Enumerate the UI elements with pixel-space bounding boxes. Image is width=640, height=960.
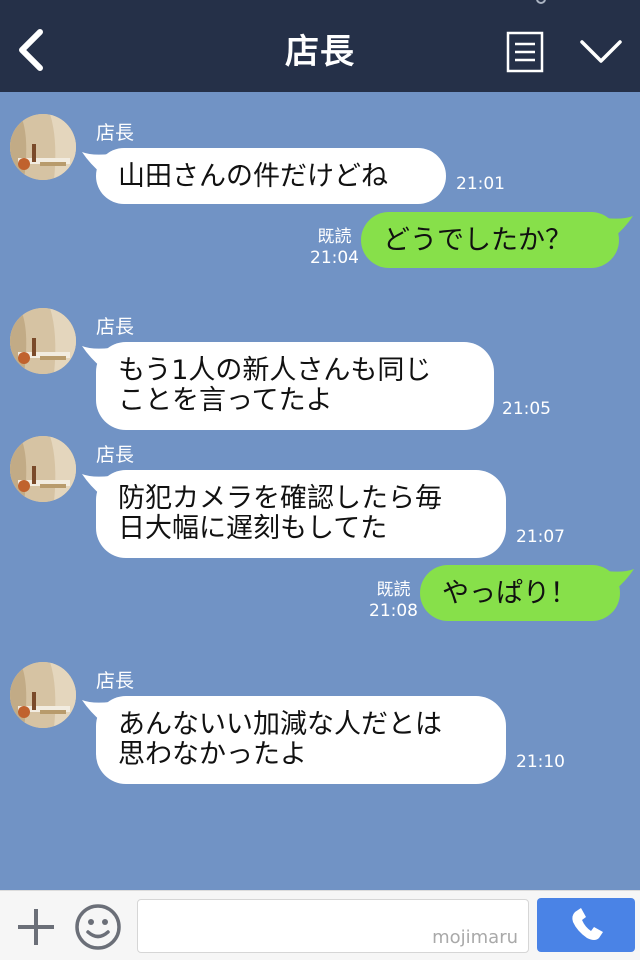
sender-name: 店長 — [96, 444, 135, 466]
message-bubble-incoming[interactable]: もう1人の新人さんも同じ ことを言ってたよ — [82, 342, 494, 430]
message-bubble-incoming[interactable]: あんないい加減な人だとは 思わなかったよ — [82, 696, 506, 784]
bubble-tail — [82, 474, 110, 496]
bubble-tail — [82, 700, 110, 722]
avatar-image — [10, 308, 76, 374]
bubble-tail — [606, 569, 634, 591]
status-indicator — [536, 0, 546, 4]
message-input[interactable]: mojimaru — [137, 899, 529, 953]
avatar[interactable] — [10, 662, 76, 728]
message-text-line: 防犯カメラを確認したら毎 — [118, 483, 442, 514]
message-time: 21:10 — [516, 752, 565, 772]
message-time: 21:07 — [516, 527, 565, 547]
chevron-down-icon — [580, 40, 622, 63]
bubble-tail — [82, 152, 110, 174]
message-bubble-incoming[interactable]: 山田さんの件だけどね — [82, 148, 446, 204]
menu-button[interactable] — [505, 30, 545, 74]
add-attachment-button[interactable] — [14, 905, 58, 949]
smiley-icon — [75, 904, 121, 950]
document-menu-icon — [506, 31, 544, 73]
chat-area[interactable]: 店長 山田さんの件だけどね 21:01 既読 21:04 どうでしたか？ 店長 … — [0, 92, 640, 890]
message-text-line: もう1人の新人さんも同じ — [118, 355, 432, 386]
collapse-button[interactable] — [576, 34, 626, 70]
input-bar: mojimaru — [0, 890, 640, 960]
avatar[interactable] — [10, 308, 76, 374]
phone-icon — [572, 908, 603, 940]
emoji-button[interactable] — [74, 903, 122, 951]
read-label: 既読 — [317, 227, 352, 247]
bubble-tail — [82, 346, 110, 368]
message-text-line: 思わなかったよ — [118, 739, 307, 770]
avatar[interactable] — [10, 436, 76, 502]
message-time: 21:08 — [369, 601, 418, 621]
avatar-image — [10, 114, 76, 180]
message-time: 21:05 — [502, 399, 551, 419]
plus-icon — [18, 909, 54, 945]
watermark-text: mojimaru — [432, 927, 518, 948]
message-bubble-outgoing[interactable]: どうでしたか？ — [361, 212, 633, 268]
message-time: 21:01 — [456, 174, 505, 194]
sender-name: 店長 — [96, 316, 135, 338]
sender-name: 店長 — [96, 122, 135, 144]
message-time: 21:04 — [310, 248, 359, 268]
message-bubble-outgoing[interactable]: やっぱり！ — [420, 565, 634, 621]
avatar[interactable] — [10, 114, 76, 180]
read-receipt: 既読 21:08 — [369, 580, 418, 622]
call-button[interactable] — [537, 898, 635, 952]
bubble-tail — [605, 216, 633, 238]
chat-header: 店長 — [0, 0, 640, 92]
read-label: 既読 — [376, 580, 411, 600]
message-text: 山田さんの件だけどね — [118, 161, 388, 192]
message-text-line: 日大幅に遅刻もしてた — [118, 513, 388, 544]
read-receipt: 既読 21:04 — [310, 227, 359, 269]
message-text: やっぱり！ — [442, 578, 577, 609]
sender-name: 店長 — [96, 670, 135, 692]
avatar-image — [10, 662, 76, 728]
message-text-line: あんないい加減な人だとは — [118, 709, 442, 740]
message-bubble-incoming[interactable]: 防犯カメラを確認したら毎 日大幅に遅刻もしてた — [82, 470, 506, 558]
message-text-line: ことを言ってたよ — [118, 385, 333, 416]
avatar-image — [10, 436, 76, 502]
message-text: どうでしたか？ — [383, 225, 572, 256]
